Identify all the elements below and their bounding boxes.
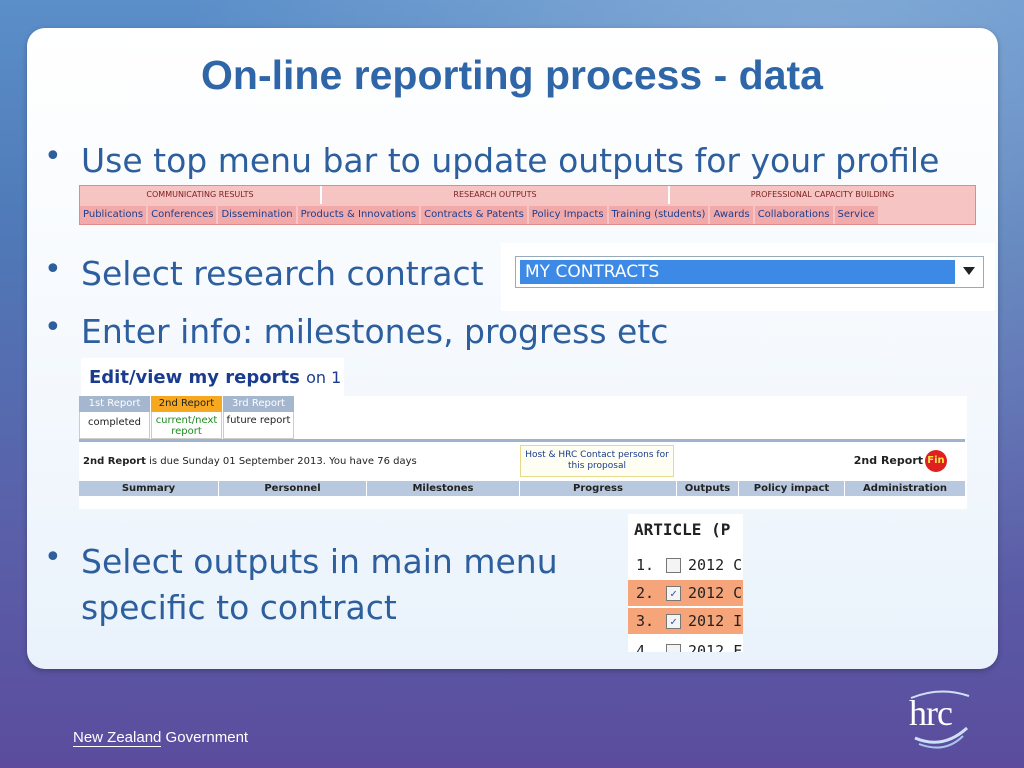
item-text: 2012 F — [688, 642, 743, 652]
tab-label: 3rd Report — [223, 396, 294, 412]
tab-divider — [79, 439, 965, 442]
due-report-name: 2nd Report — [83, 456, 146, 467]
tab-administration[interactable]: Administration — [845, 481, 965, 496]
report-tabs: 1st Report completed 2nd Report current/… — [79, 396, 295, 440]
tab-outputs[interactable]: Outputs — [677, 481, 739, 496]
list-item: 2. ✓ 2012 C — [628, 580, 743, 606]
bullet-dot: • — [44, 139, 62, 174]
menu-items: Publications Conferences Dissemination P… — [80, 206, 975, 224]
tab-status: current/next report — [151, 412, 222, 439]
tab-status: completed — [79, 412, 150, 439]
tab-1st-report[interactable]: 1st Report completed — [79, 396, 150, 440]
top-menu-bar: COMMUNICATING RESULTS RESEARCH OUTPUTS P… — [79, 185, 976, 225]
contract-select-value: MY CONTRACTS — [520, 260, 955, 284]
menu-item-dissemination[interactable]: Dissemination — [218, 206, 296, 224]
nz-government-logo-part: New Zealand — [73, 729, 162, 747]
due-text: is due Sunday 01 September 2013. You hav… — [145, 456, 417, 467]
bullet-2: • Select research contract — [44, 252, 484, 296]
item-text: 2012 C — [688, 556, 743, 574]
tab-label: 2nd Report — [151, 396, 222, 412]
bullet-1: • Use top menu bar to update outputs for… — [44, 139, 964, 183]
chevron-down-icon[interactable] — [963, 267, 975, 275]
fin-badge-icon[interactable]: Fin — [925, 450, 947, 472]
menu-item-policy-impacts[interactable]: Policy Impacts — [528, 206, 607, 224]
item-number: 2. — [636, 584, 655, 602]
tab-progress[interactable]: Progress — [520, 481, 677, 496]
bullet-text: specific to contract — [81, 588, 397, 627]
item-text: 2012 I — [688, 612, 743, 630]
bullet-dot: • — [44, 310, 62, 345]
item-number: 4. — [636, 642, 655, 652]
menu-group-research: RESEARCH OUTPUTS — [322, 186, 670, 204]
reports-heading-suffix: on 1 — [306, 368, 342, 387]
host-contacts-link[interactable]: Host & HRC Contact persons for this prop… — [520, 445, 674, 477]
bullet-dot: • — [44, 540, 62, 575]
bullet-dot: • — [44, 252, 62, 287]
bullet-4-continued: specific to contract — [44, 586, 604, 630]
current-report-label: 2nd Report — [853, 454, 923, 467]
list-item: 4. 2012 F — [628, 638, 743, 652]
menu-group-communicating: COMMUNICATING RESULTS — [80, 186, 322, 204]
slide-title: On-line reporting process - data — [201, 52, 823, 98]
item-text: 2012 C — [688, 584, 743, 602]
article-list: ARTICLE (P 1. 2012 C 2. ✓ 2012 C 3. ✓ 20… — [628, 514, 743, 652]
tab-status: future report — [223, 412, 294, 439]
item-number: 1. — [636, 556, 655, 574]
bullet-text: Use top menu bar to update outputs for y… — [81, 141, 940, 180]
item-number: 3. — [636, 612, 655, 630]
menu-item-conferences[interactable]: Conferences — [148, 206, 217, 224]
bullet-text: Select research contract — [81, 254, 484, 293]
report-section-tabs: Summary Personnel Milestones Progress Ou… — [79, 481, 965, 496]
checkbox[interactable] — [666, 558, 681, 573]
article-heading: ARTICLE (P — [634, 520, 731, 539]
reports-panel: 1st Report completed 2nd Report current/… — [79, 396, 967, 509]
menu-item-publications[interactable]: Publications — [80, 206, 147, 224]
checkbox[interactable] — [666, 644, 681, 652]
reports-heading-text: Edit/view my reports — [89, 367, 300, 388]
bullet-4: • Select outputs in main menu — [44, 540, 604, 584]
reports-heading-panel: Edit/view my reports on 1 — [81, 358, 344, 396]
tab-summary[interactable]: Summary — [79, 481, 219, 496]
tab-2nd-report[interactable]: 2nd Report current/next report — [151, 396, 222, 440]
menu-item-products[interactable]: Products & Innovations — [297, 206, 420, 224]
menu-item-awards[interactable]: Awards — [710, 206, 753, 224]
bullet-text: Select outputs in main menu — [81, 542, 558, 581]
tab-3rd-report[interactable]: 3rd Report future report — [223, 396, 294, 440]
menu-group-capacity: PROFESSIONAL CAPACITY BUILDING — [750, 190, 895, 199]
menu-item-training[interactable]: Training (students) — [608, 206, 709, 224]
list-item: 1. 2012 C — [628, 552, 743, 578]
menu-item-collaborations[interactable]: Collaborations — [754, 206, 833, 224]
nz-government-logo: New Zealand Government — [73, 729, 249, 747]
bullet-3: • Enter info: milestones, progress etc — [44, 310, 744, 354]
contract-select[interactable]: MY CONTRACTS — [515, 256, 984, 288]
checkbox-checked[interactable]: ✓ — [666, 614, 681, 629]
hrc-logo: hrc — [905, 688, 975, 750]
nz-government-logo-part: Government — [161, 729, 249, 746]
reports-heading: Edit/view my reports on 1 — [89, 367, 341, 388]
menu-item-service[interactable]: Service — [834, 206, 878, 224]
bullet-text: Enter info: milestones, progress etc — [81, 312, 669, 351]
hrc-logo-text: hrc — [909, 693, 953, 733]
tab-label: 1st Report — [79, 396, 150, 412]
tab-policy-impact[interactable]: Policy impact — [739, 481, 845, 496]
tab-milestones[interactable]: Milestones — [367, 481, 520, 496]
due-notice: 2nd Report is due Sunday 01 September 20… — [83, 456, 417, 467]
tab-personnel[interactable]: Personnel — [219, 481, 367, 496]
menu-item-contracts[interactable]: Contracts & Patents — [421, 206, 527, 224]
checkbox-checked[interactable]: ✓ — [666, 586, 681, 601]
menu-groups: COMMUNICATING RESULTS RESEARCH OUTPUTS P… — [80, 186, 975, 204]
list-item: 3. ✓ 2012 I — [628, 608, 743, 634]
